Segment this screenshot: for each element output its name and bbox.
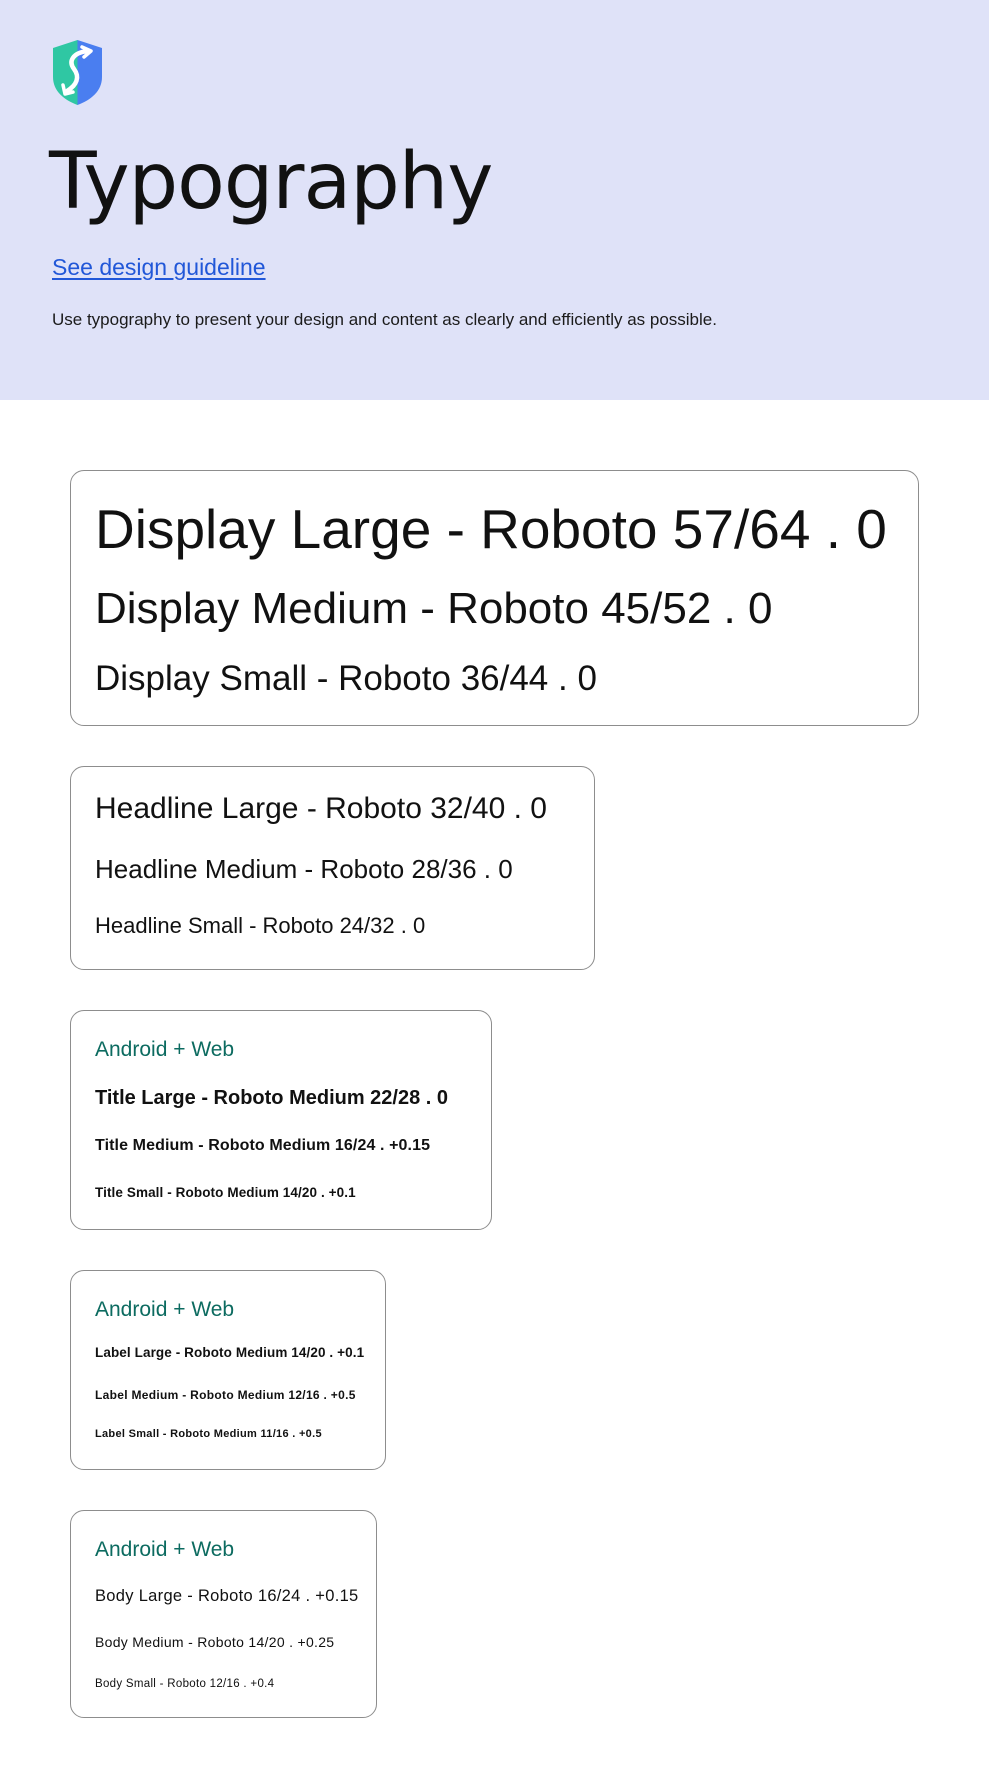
label-small-sample: Label Small - Roboto Medium 11/16 . +0.5 [95,1428,322,1440]
shield-logo-icon [53,40,102,105]
title-small-sample: Title Small - Roboto Medium 14/20 . +0.1 [95,1185,356,1200]
platform-tag: Android + Web [95,1298,235,1321]
page-description: Use typography to present your design an… [52,310,717,329]
headline-large-sample: Headline Large - Roboto 32/40 . 0 [95,792,547,825]
headline-small-sample: Headline Small - Roboto 24/32 . 0 [95,913,426,938]
display-type-card: Display Large - Roboto 57/64 . 0 Display… [70,470,919,726]
body-large-sample: Body Large - Roboto 16/24 . +0.15 [95,1587,359,1605]
page-title: Typography [49,137,493,227]
headline-medium-sample: Headline Medium - Roboto 28/36 . 0 [95,854,513,884]
platform-tag: Android + Web [95,1538,235,1561]
design-guideline-link[interactable]: See design guideline [52,252,266,282]
title-large-sample: Title Large - Roboto Medium 22/28 . 0 [95,1087,449,1109]
body-small-sample: Body Small - Roboto 12/16 . +0.4 [95,1678,275,1690]
label-type-card: Android + Web Label Large - Roboto Mediu… [70,1270,386,1470]
headline-type-card: Headline Large - Roboto 32/40 . 0 Headli… [70,766,595,970]
label-large-sample: Label Large - Roboto Medium 14/20 . +0.1 [95,1345,365,1360]
title-type-card: Android + Web Title Large - Roboto Mediu… [70,1010,492,1230]
label-medium-sample: Label Medium - Roboto Medium 12/16 . +0.… [95,1388,356,1402]
body-medium-sample: Body Medium - Roboto 14/20 . +0.25 [95,1634,335,1650]
display-small-sample: Display Small - Roboto 36/44 . 0 [95,659,597,698]
display-large-sample: Display Large - Roboto 57/64 . 0 [95,498,887,560]
body-type-card: Android + Web Body Large - Roboto 16/24 … [70,1510,377,1718]
title-medium-sample: Title Medium - Roboto Medium 16/24 . +0.… [95,1137,431,1154]
platform-tag: Android + Web [95,1038,235,1061]
display-medium-sample: Display Medium - Roboto 45/52 . 0 [95,584,773,633]
header-banner: Typography See design guideline Use typo… [0,0,989,400]
